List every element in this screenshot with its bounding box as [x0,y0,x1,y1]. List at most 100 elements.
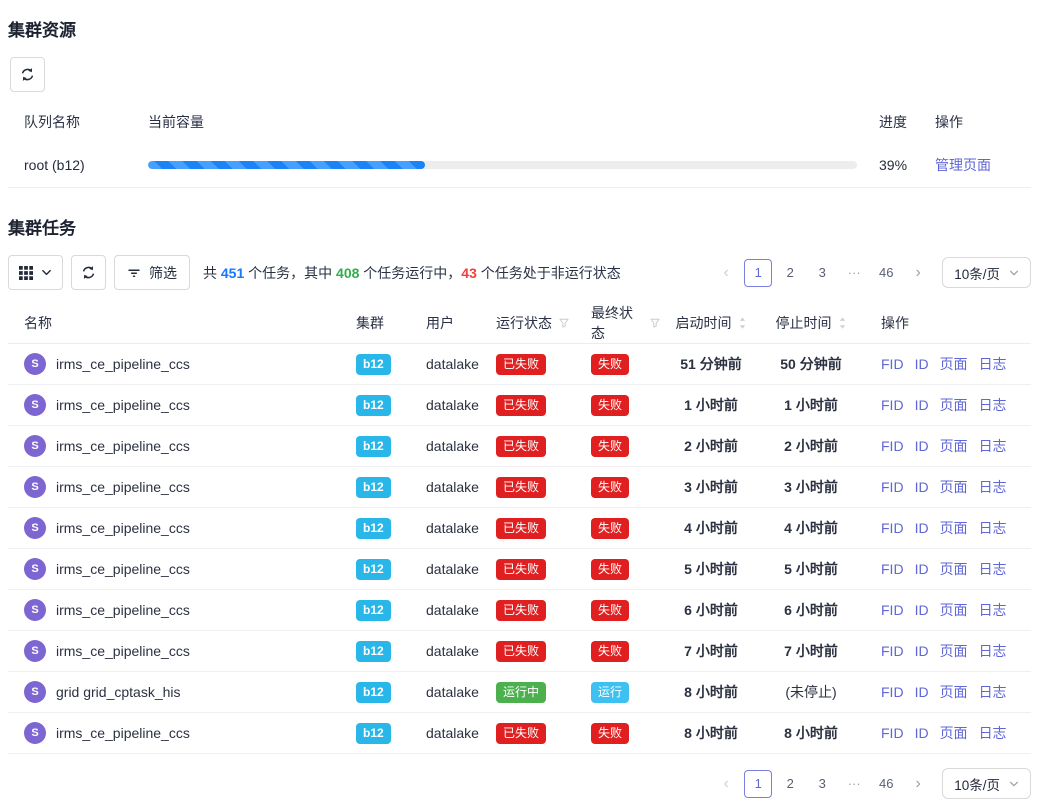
page: 集群资源 队列名称 当前容量 进度 操作 root (b12) [0,0,1039,809]
task-name: irms_ce_pipeline_ccs [56,438,190,454]
task-name: grid grid_cptask_his [56,684,181,700]
page-number-3[interactable]: 3 [808,259,836,287]
user-name: datalake [426,520,496,536]
log-link[interactable]: 日志 [979,723,1007,743]
tasks-summary: 共 451 个任务，其中 408 个任务运行中，43 个任务处于非运行状态 [203,263,621,283]
sort-carets-icon[interactable] [738,316,747,330]
user-name: datalake [426,684,496,700]
id-link[interactable]: ID [915,356,929,372]
run-state-badge: 运行中 [496,682,546,703]
log-link[interactable]: 日志 [979,600,1007,620]
table-row: S irms_ce_pipeline_ccs b12 datalake 已失败 … [8,713,1031,754]
header-user: 用户 [426,313,496,333]
page-link[interactable]: 页面 [940,559,968,579]
resources-refresh-button[interactable] [10,57,45,92]
log-link[interactable]: 日志 [979,395,1007,415]
task-name: irms_ce_pipeline_ccs [56,479,190,495]
log-link[interactable]: 日志 [979,354,1007,374]
user-name: datalake [426,602,496,618]
cluster-badge: b12 [356,682,391,703]
page-link[interactable]: 页面 [940,600,968,620]
id-link[interactable]: ID [915,684,929,700]
funnel-filter-icon[interactable] [649,317,661,329]
page-link[interactable]: 页面 [940,518,968,538]
funnel-filter-icon[interactable] [558,317,570,329]
id-link[interactable]: ID [915,520,929,536]
task-name: irms_ce_pipeline_ccs [56,725,190,741]
next-page-button[interactable]: › [904,259,932,287]
header-queue-name: 队列名称 [8,112,148,132]
user-name: datalake [426,643,496,659]
id-link[interactable]: ID [915,643,929,659]
page-size-select[interactable]: 10条/页 [942,768,1031,799]
start-time: 4 小时前 [661,518,761,538]
log-link[interactable]: 日志 [979,436,1007,456]
start-time: 8 小时前 [661,682,761,702]
page-number-2[interactable]: 2 [776,259,804,287]
header-run-state: 运行状态 [496,313,552,333]
task-name: irms_ce_pipeline_ccs [56,643,190,659]
log-link[interactable]: 日志 [979,477,1007,497]
task-name: irms_ce_pipeline_ccs [56,397,190,413]
prev-page-button[interactable]: ‹ [712,770,740,798]
user-name: datalake [426,438,496,454]
fid-link[interactable]: FID [881,438,904,454]
page-number-1[interactable]: 1 [744,770,772,798]
fid-link[interactable]: FID [881,397,904,413]
final-state-badge: 失败 [591,559,629,580]
resource-row: root (b12) 39% 管理页面 [8,142,1031,188]
start-time: 6 小时前 [661,600,761,620]
fid-link[interactable]: FID [881,520,904,536]
run-state-badge: 已失败 [496,641,546,662]
top-pagination: ‹123···46› [712,259,932,287]
fid-link[interactable]: FID [881,602,904,618]
tasks-refresh-button[interactable] [71,255,106,290]
page-size-select[interactable]: 10条/页 [942,257,1031,288]
id-link[interactable]: ID [915,438,929,454]
fid-link[interactable]: FID [881,479,904,495]
prev-page-button[interactable]: ‹ [712,259,740,287]
page-number-46[interactable]: 46 [872,770,900,798]
sort-carets-icon[interactable] [838,316,847,330]
fid-link[interactable]: FID [881,561,904,577]
avatar: S [24,722,46,744]
stop-time: 8 小时前 [761,723,861,743]
page-number-46[interactable]: 46 [872,259,900,287]
page-number-2[interactable]: 2 [776,770,804,798]
id-link[interactable]: ID [915,602,929,618]
page-link[interactable]: 页面 [940,436,968,456]
column-settings-button[interactable] [8,255,63,290]
stop-time: 2 小时前 [761,436,861,456]
table-row: S irms_ce_pipeline_ccs b12 datalake 已失败 … [8,467,1031,508]
page-size-label: 10条/页 [954,774,1000,794]
fid-link[interactable]: FID [881,684,904,700]
summary-text: 个任务，其中 [244,265,336,281]
page-link[interactable]: 页面 [940,723,968,743]
id-link[interactable]: ID [915,561,929,577]
avatar: S [24,476,46,498]
avatar: S [24,517,46,539]
log-link[interactable]: 日志 [979,559,1007,579]
manage-page-link[interactable]: 管理页面 [935,157,991,173]
page-number-1[interactable]: 1 [744,259,772,287]
id-link[interactable]: ID [915,479,929,495]
log-link[interactable]: 日志 [979,641,1007,661]
filter-button[interactable]: 筛选 [114,255,190,290]
fid-link[interactable]: FID [881,356,904,372]
fid-link[interactable]: FID [881,725,904,741]
page-number-3[interactable]: 3 [808,770,836,798]
log-link[interactable]: 日志 [979,518,1007,538]
page-link[interactable]: 页面 [940,477,968,497]
id-link[interactable]: ID [915,725,929,741]
page-link[interactable]: 页面 [940,682,968,702]
stop-time: (未停止) [761,682,861,702]
fid-link[interactable]: FID [881,643,904,659]
id-link[interactable]: ID [915,397,929,413]
page-link[interactable]: 页面 [940,354,968,374]
table-row: S grid grid_cptask_his b12 datalake 运行中 … [8,672,1031,713]
page-link[interactable]: 页面 [940,395,968,415]
next-page-button[interactable]: › [904,770,932,798]
page-link[interactable]: 页面 [940,641,968,661]
header-start-time: 启动时间 [676,313,732,333]
log-link[interactable]: 日志 [979,682,1007,702]
